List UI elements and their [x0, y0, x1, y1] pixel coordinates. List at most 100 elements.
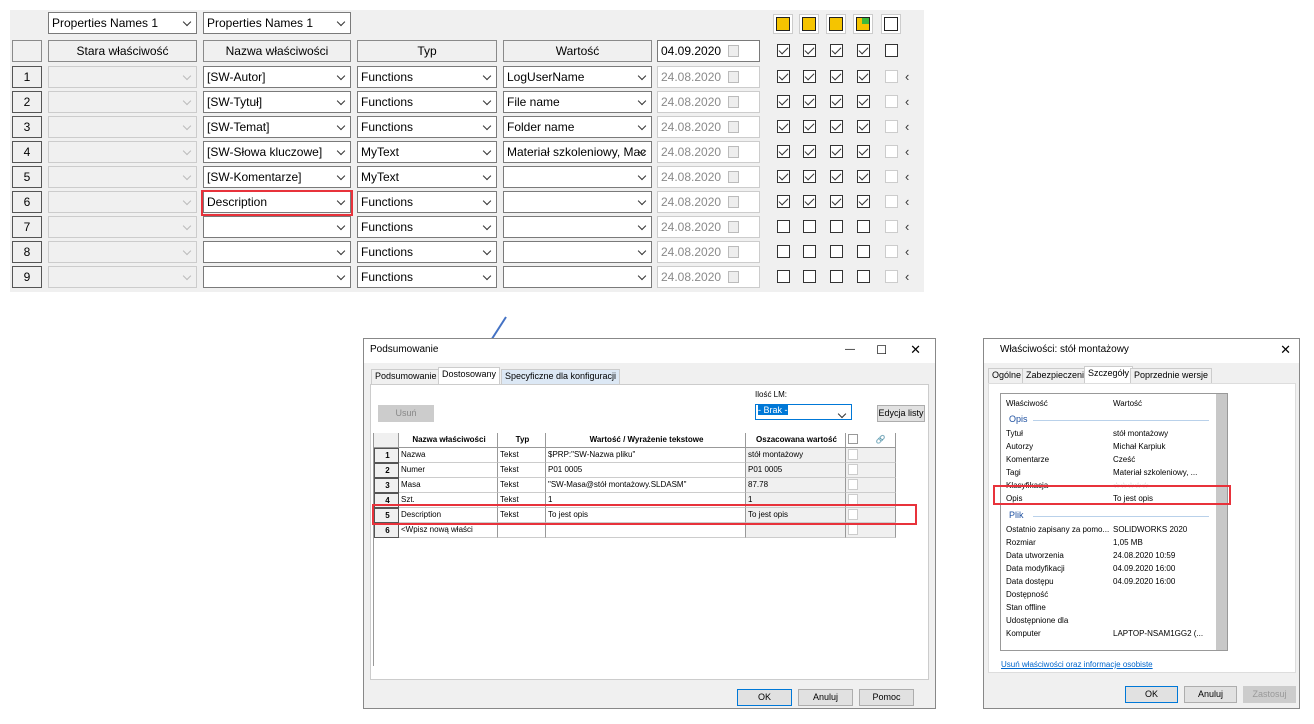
type-select[interactable]: Functions — [357, 191, 497, 213]
chevron-left-icon[interactable]: ‹ — [905, 94, 909, 109]
row-checkbox[interactable] — [777, 120, 790, 133]
cell-evaluated[interactable]: P01 0005 — [746, 463, 846, 478]
row-checkbox[interactable] — [803, 270, 816, 283]
row-checkbox[interactable] — [830, 270, 843, 283]
property-value[interactable]: SOLIDWORKS 2020 — [1113, 525, 1187, 534]
row-checkbox[interactable] — [857, 245, 870, 258]
old-property-select[interactable] — [48, 141, 197, 163]
row-checkbox[interactable] — [830, 145, 843, 158]
minimize-button[interactable]: — — [845, 339, 855, 361]
property-name-select[interactable]: [SW-Komentarze] — [203, 166, 351, 188]
link-checkbox[interactable] — [848, 479, 858, 490]
close-button[interactable]: ✕ — [910, 339, 921, 361]
value-select[interactable]: LogUserName — [503, 66, 652, 88]
property-value[interactable]: Materiał szkoleniowy, ... — [1113, 468, 1197, 477]
property-name-select[interactable] — [203, 216, 351, 238]
row-checkbox[interactable] — [803, 220, 816, 233]
old-property-select[interactable] — [48, 116, 197, 138]
properties-names-left-select[interactable]: Properties Names 1 — [48, 12, 197, 34]
configuration-icon[interactable] — [881, 14, 901, 34]
cell-value[interactable]: $PRP:"SW-Nazwa pliku" — [546, 448, 746, 463]
row-checkbox[interactable] — [830, 120, 843, 133]
value-select[interactable]: File name — [503, 91, 652, 113]
type-select[interactable]: MyText — [357, 141, 497, 163]
tab-details[interactable]: Szczegóły — [1084, 366, 1134, 383]
bom-quantity-select[interactable]: - Brak - — [755, 404, 852, 420]
maximize-button[interactable]: ☐ — [876, 339, 887, 361]
header-checkbox[interactable] — [803, 44, 816, 57]
row-checkbox[interactable] — [803, 70, 816, 83]
link-checkbox[interactable] — [848, 524, 858, 535]
row-checkbox[interactable] — [803, 120, 816, 133]
old-property-select[interactable] — [48, 66, 197, 88]
old-property-select[interactable] — [48, 191, 197, 213]
link-checkbox[interactable] — [848, 449, 858, 460]
header-checkbox[interactable] — [885, 44, 898, 57]
row-checkbox[interactable] — [777, 245, 790, 258]
date-picker[interactable]: 24.08.2020 — [657, 166, 760, 188]
row-checkbox[interactable] — [777, 220, 790, 233]
value-select[interactable] — [503, 191, 652, 213]
chevron-left-icon[interactable]: ‹ — [905, 169, 909, 184]
property-value[interactable]: Cześć — [1113, 455, 1135, 464]
chevron-left-icon[interactable]: ‹ — [905, 219, 909, 234]
row-checkbox[interactable] — [777, 195, 790, 208]
row-checkbox[interactable] — [777, 145, 790, 158]
ok-button[interactable]: OK — [737, 689, 792, 706]
property-value[interactable]: 04.09.2020 16:00 — [1113, 577, 1175, 586]
chevron-left-icon[interactable]: ‹ — [905, 269, 909, 284]
delete-button[interactable]: Usuń — [378, 405, 434, 422]
chevron-left-icon[interactable]: ‹ — [905, 194, 909, 209]
apply-button[interactable]: Zastosuj — [1243, 686, 1296, 703]
cell-value[interactable]: P01 0005 — [546, 463, 746, 478]
value-select[interactable]: Folder name — [503, 116, 652, 138]
old-property-select[interactable] — [48, 241, 197, 263]
row-checkbox[interactable] — [857, 120, 870, 133]
cell-value[interactable] — [546, 523, 746, 538]
row-checkbox[interactable] — [857, 270, 870, 283]
property-value[interactable]: 24.08.2020 10:59 — [1113, 551, 1175, 560]
date-picker[interactable]: 24.08.2020 — [657, 241, 760, 263]
old-property-select[interactable] — [48, 166, 197, 188]
property-value[interactable]: 04.09.2020 16:00 — [1113, 564, 1175, 573]
link-checkbox[interactable] — [848, 464, 858, 475]
scrollbar[interactable] — [1216, 394, 1227, 650]
row-checkbox[interactable] — [777, 70, 790, 83]
close-button[interactable]: ✕ — [1280, 339, 1291, 361]
part-icon[interactable] — [773, 14, 793, 34]
chevron-left-icon[interactable]: ‹ — [905, 244, 909, 259]
row-checkbox[interactable] — [777, 170, 790, 183]
header-checkbox[interactable] — [777, 44, 790, 57]
header-checkbox[interactable] — [848, 434, 858, 444]
row-checkbox[interactable] — [857, 70, 870, 83]
assembly-icon[interactable] — [799, 14, 819, 34]
row-checkbox[interactable] — [830, 245, 843, 258]
remove-properties-link[interactable]: Usuń właściwości oraz informacje osobist… — [1001, 660, 1153, 669]
row-checkbox[interactable] — [803, 95, 816, 108]
header-checkbox[interactable] — [857, 44, 870, 57]
type-select[interactable]: Functions — [357, 266, 497, 288]
ok-button[interactable]: OK — [1125, 686, 1178, 703]
tab-security[interactable]: Zabezpieczenia — [1022, 368, 1094, 383]
value-select[interactable] — [503, 241, 652, 263]
tab-config-specific[interactable]: Specyficzne dla konfiguracji — [501, 369, 621, 384]
row-checkbox[interactable] — [803, 145, 816, 158]
property-name-select[interactable] — [203, 266, 351, 288]
old-property-select[interactable] — [48, 91, 197, 113]
type-select[interactable]: Functions — [357, 66, 497, 88]
cancel-button[interactable]: Anuluj — [798, 689, 853, 706]
sheet-metal-icon[interactable] — [853, 14, 873, 34]
tab-previous-versions[interactable]: Poprzednie wersje — [1130, 368, 1213, 383]
type-select[interactable]: Functions — [357, 116, 497, 138]
chevron-left-icon[interactable]: ‹ — [905, 69, 909, 84]
edit-list-button[interactable]: Edycja listy — [877, 405, 925, 422]
cell-evaluated[interactable]: 87.78 — [746, 478, 846, 493]
row-checkbox[interactable] — [830, 170, 843, 183]
cell-name[interactable]: Numer — [399, 463, 498, 478]
cell-type[interactable]: Tekst — [498, 463, 546, 478]
row-checkbox[interactable] — [803, 170, 816, 183]
date-picker[interactable]: 24.08.2020 — [657, 266, 760, 288]
row-checkbox[interactable] — [830, 195, 843, 208]
date-picker[interactable]: 24.08.2020 — [657, 141, 760, 163]
cell-type[interactable] — [498, 523, 546, 538]
